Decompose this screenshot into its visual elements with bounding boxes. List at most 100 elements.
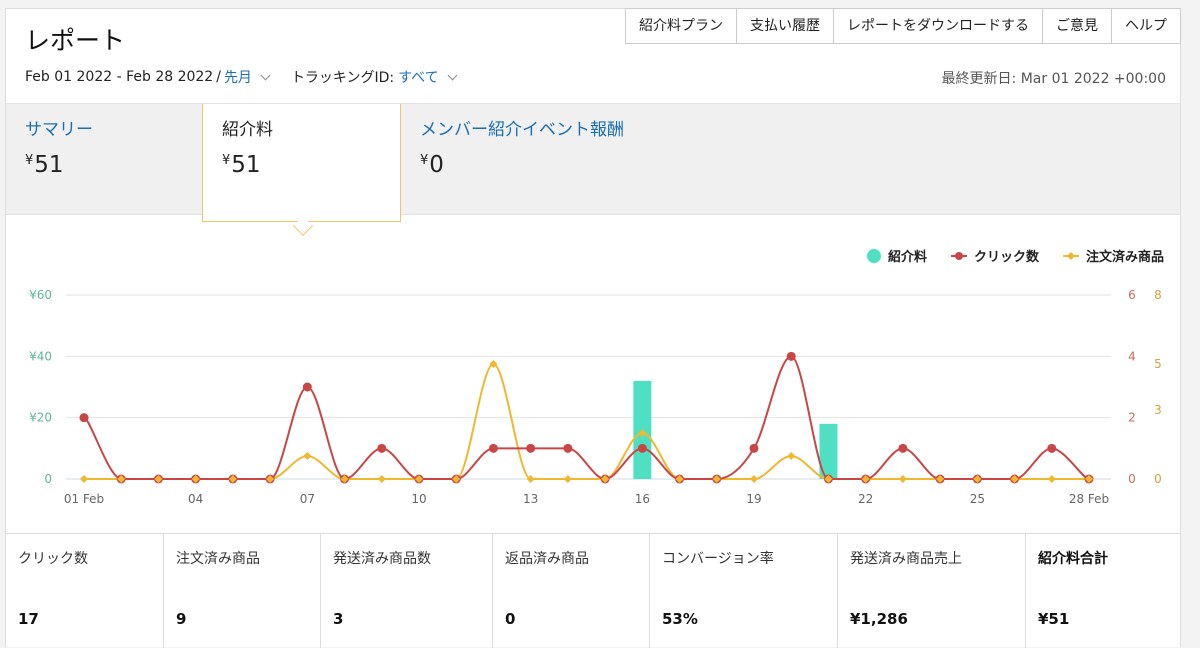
period-chevron-down-icon[interactable] [260,70,271,81]
date-range-text: Feb 01 2022 - Feb 28 2022 [25,69,214,85]
y-right-ordered-tick-label: 8 [1154,288,1162,302]
y-right-clicks-tick-label: 4 [1128,349,1136,363]
y-left-tick-label: ¥40 [29,349,52,363]
period-dropdown[interactable]: 先月 [224,67,252,87]
page-title: レポート [25,26,126,55]
y-right-clicks-tick-label: 0 [1128,472,1136,486]
x-tick-label: 07 [300,492,315,506]
tab-member-referral-amount: 0 [429,152,444,178]
y-right-ordered-tick-label: 3 [1154,403,1162,417]
tracking-id-dropdown[interactable]: すべて [398,67,438,87]
x-tick-label: 25 [970,492,985,506]
point-clicks [898,443,908,453]
x-tick-label: 01 Feb [64,492,104,506]
x-tick-label: 16 [635,492,650,506]
stat-ordered-items-value: 9 [176,610,187,628]
nav-feedback-button[interactable]: ご意見 [1043,8,1112,44]
y-right-clicks-tick-label: 6 [1128,288,1136,302]
point-clicks [786,351,796,361]
point-clicks [302,382,312,392]
stat-shipped-revenue-label: 発送済み商品売上 [850,551,962,567]
point-clicks [526,443,536,453]
yen-symbol: ¥ [222,153,231,168]
legend-clicks-label: クリック数 [973,250,1039,265]
nav-payment-history-button[interactable]: 支払い履歴 [737,8,834,44]
legend-fees-circle-icon [866,248,881,263]
stats-bar: クリック数 17 注文済み商品 9 発送済み商品数 3 返品済み商品 0 コンバ… [6,533,1180,648]
stat-ordered-items-label: 注文済み商品 [176,551,260,567]
legend-ordered-label: 注文済み商品 [1085,250,1164,265]
top-nav: 紹介料プラン 支払い履歴 レポートをダウンロードする ご意見 ヘルプ [625,8,1181,44]
y-left-tick-label: 0 [44,472,52,486]
point-ordered-items [303,452,312,460]
y-right-ordered-tick-label: 0 [1154,472,1162,486]
stat-shipped-items-value: 3 [333,610,344,628]
tab-referral-fees-label: 紹介料 [222,120,273,140]
line-ordered-items [84,362,1089,480]
x-tick-label: 10 [411,492,426,506]
legend-item-clicks[interactable]: クリック数 [950,246,1039,265]
report-page: レポート 紹介料プラン 支払い履歴 レポートをダウンロードする ご意見 ヘルプ … [5,8,1181,648]
x-tick-label: 22 [858,492,873,506]
date-separator: / [216,69,221,85]
stat-total-fees: 紹介料合計 ¥51 [1026,534,1180,648]
stat-conversion-rate-value: 53% [662,610,698,628]
stat-returned-items-label: 返品済み商品 [505,551,589,567]
tab-member-referral-value: ¥0 [420,152,642,178]
point-clicks [1047,443,1057,453]
y-left-tick-label: ¥60 [29,288,52,302]
point-ordered-items [787,452,796,460]
point-clicks [749,443,759,453]
y-right-clicks-tick-label: 2 [1128,411,1136,425]
yen-symbol: ¥ [420,153,429,168]
tab-referral-fees[interactable]: 紹介料 ¥51 [202,104,401,222]
last-updated-text: 最終更新日: Mar 01 2022 +00:00 [941,71,1166,87]
referral-chart: 0 ¥20 ¥40 ¥60 0 2 4 6 0 3 5 8 01 Feb 04 07 10 13 16 19 22 25… [29,288,1162,506]
nav-download-report-button[interactable]: レポートをダウンロードする [834,8,1043,44]
stat-clicks-value: 17 [18,610,39,628]
stat-returned-items-value: 0 [505,610,516,628]
legend-item-ordered[interactable]: 注文済み商品 [1062,246,1164,265]
stat-total-fees-label: 紹介料合計 [1038,551,1108,567]
legend-item-fees[interactable]: 紹介料 [866,246,927,265]
x-tick-label: 28 Feb [1069,492,1109,506]
tracking-chevron-down-icon[interactable] [447,70,458,81]
x-tick-label: 19 [746,492,761,506]
tab-summary[interactable]: サマリー ¥51 [6,104,202,216]
tab-member-referral-label: メンバー紹介イベント報酬 [420,120,624,140]
stat-shipped-revenue: 発送済み商品売上 ¥1,286 [838,534,1026,648]
stat-conversion-rate-label: コンバージョン率 [662,551,774,567]
point-clicks [637,443,647,453]
nav-help-button[interactable]: ヘルプ [1112,8,1181,44]
tab-summary-value: ¥51 [25,152,183,178]
point-ordered-items [563,475,572,483]
stat-clicks: クリック数 17 [6,534,164,648]
point-ordered-items [377,475,386,483]
stat-ordered-items: 注文済み商品 9 [164,534,321,648]
tab-summary-amount: 51 [34,152,64,178]
stat-conversion-rate: コンバージョン率 53% [650,534,838,648]
point-ordered-items [80,475,88,483]
nav-fee-plan-button[interactable]: 紹介料プラン [626,8,737,44]
chart-legend: 紹介料 クリック数 注文済み商品 [843,246,1164,265]
point-clicks [488,443,498,453]
legend-clicks-line-icon [950,251,967,260]
stat-returned-items: 返品済み商品 0 [493,534,650,648]
tab-referral-fees-amount: 51 [231,152,261,178]
point-ordered-items [750,475,758,483]
summary-tabs: サマリー ¥51 紹介料 ¥51 メンバー紹介イベント報酬 ¥0 [6,103,1180,222]
point-clicks [563,443,573,453]
stat-clicks-label: クリック数 [18,551,88,567]
tab-member-referral-rewards[interactable]: メンバー紹介イベント報酬 ¥0 [401,104,661,216]
tracking-id-label: トラッキングID: [290,70,395,86]
stat-shipped-items-label: 発送済み商品数 [333,551,431,567]
stat-shipped-revenue-value: ¥1,286 [850,610,908,628]
y-right-ordered-tick-label: 5 [1154,357,1162,371]
stat-total-fees-value: ¥51 [1038,610,1070,628]
point-clicks [377,443,387,453]
legend-fees-label: 紹介料 [887,250,927,265]
x-tick-label: 13 [523,492,538,506]
tab-referral-fees-value: ¥51 [222,152,381,178]
x-tick-label: 04 [188,492,203,506]
legend-ordered-line-icon [1062,251,1079,260]
